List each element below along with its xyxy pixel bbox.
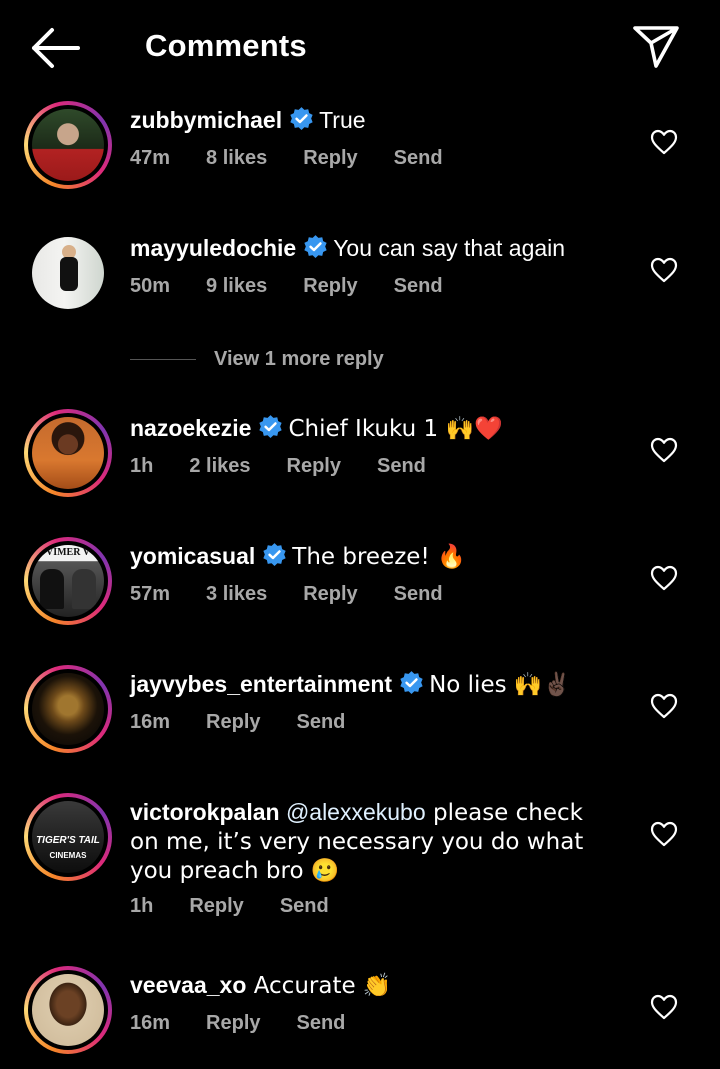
send-button[interactable]: Send: [297, 1012, 346, 1034]
comment-username[interactable]: mayyuledochie: [130, 235, 296, 261]
send-button[interactable]: Send: [394, 583, 443, 605]
verified-badge-icon: [304, 235, 327, 258]
likes-count[interactable]: 8 likes: [206, 147, 267, 169]
likes-count[interactable]: 3 likes: [206, 583, 267, 605]
avatar[interactable]: [24, 101, 112, 189]
comment-text: True: [319, 107, 366, 133]
likes-count[interactable]: 2 likes: [189, 455, 250, 477]
heart-icon[interactable]: [650, 693, 678, 719]
comment-time: 16m: [130, 1012, 171, 1034]
comment-text: Chief Ikuku 1 🙌❤️: [288, 416, 503, 442]
reply-button[interactable]: Reply: [287, 455, 341, 477]
comment-text: No lies 🙌✌🏿: [429, 672, 572, 698]
heart-icon[interactable]: [650, 129, 678, 155]
avatar-caption: VIMER V: [46, 547, 90, 558]
heart-icon[interactable]: [650, 994, 678, 1020]
view-more-label: View 1 more reply: [214, 348, 384, 370]
heart-icon[interactable]: [650, 437, 678, 463]
comment-meta: 57m 3 likes Reply Send: [130, 583, 479, 606]
likes-count[interactable]: 9 likes: [206, 275, 267, 297]
verified-badge-icon: [263, 543, 286, 566]
send-button[interactable]: Send: [280, 895, 329, 917]
comment-meta: 16m Reply Send: [130, 1012, 381, 1035]
page-title: Comments: [145, 28, 307, 63]
reply-button[interactable]: Reply: [303, 275, 357, 297]
comment-meta: 50m 9 likes Reply Send: [130, 275, 479, 298]
heart-icon[interactable]: [650, 565, 678, 591]
comment-meta: 47m 8 likes Reply Send: [130, 147, 479, 170]
comment-username[interactable]: jayvybes_entertainment: [130, 671, 392, 697]
comment-text: The breeze! 🔥: [292, 544, 466, 570]
verified-badge-icon: [290, 107, 313, 130]
avatar[interactable]: [24, 229, 112, 317]
reply-button[interactable]: Reply: [303, 147, 357, 169]
reply-button[interactable]: Reply: [206, 711, 260, 733]
avatar[interactable]: [24, 966, 112, 1054]
paper-plane-icon: [633, 26, 679, 68]
verified-badge-icon: [400, 671, 423, 694]
comment-username[interactable]: veevaa_xo: [130, 972, 246, 998]
send-button[interactable]: Send: [394, 147, 443, 169]
back-button[interactable]: [30, 26, 82, 70]
comment-username[interactable]: nazoekezie: [130, 415, 251, 441]
comment-text: Accurate 👏: [246, 973, 392, 999]
share-button[interactable]: [632, 24, 680, 70]
verified-badge-icon: [259, 415, 283, 438]
comment-time: 16m: [130, 711, 171, 733]
arrow-left-icon: [32, 28, 80, 68]
heart-icon[interactable]: [650, 257, 678, 283]
comment-username[interactable]: yomicasual: [130, 543, 255, 569]
avatar-caption: TIGER'S TAIL: [36, 835, 100, 846]
header-bar: Comments: [0, 0, 720, 96]
comment-time: 1h: [130, 455, 154, 477]
comment-username[interactable]: victorokpalan: [130, 799, 280, 825]
send-button[interactable]: Send: [377, 455, 426, 477]
avatar-subcaption: CINEMAS: [49, 851, 87, 860]
send-button[interactable]: Send: [297, 711, 346, 733]
comment-meta: 1h 2 likes Reply Send: [130, 455, 462, 478]
comment-meta: 1h Reply Send: [130, 895, 365, 918]
avatar[interactable]: VIMER V: [24, 537, 112, 625]
heart-icon[interactable]: [650, 821, 678, 847]
comment-time: 50m: [130, 275, 171, 297]
avatar[interactable]: [24, 409, 112, 497]
comment-username[interactable]: zubbymichael: [130, 107, 282, 133]
comment-time: 1h: [130, 895, 154, 917]
comment-time: 57m: [130, 583, 171, 605]
avatar[interactable]: [24, 665, 112, 753]
comment-meta: 16m Reply Send: [130, 711, 381, 734]
mention-link[interactable]: @alexxekubo: [286, 799, 426, 825]
comment-time: 47m: [130, 147, 171, 169]
reply-button[interactable]: Reply: [303, 583, 357, 605]
reply-button[interactable]: Reply: [206, 1012, 260, 1034]
send-button[interactable]: Send: [394, 275, 443, 297]
comment-text: You can say that again: [333, 235, 566, 261]
avatar[interactable]: TIGER'S TAIL CINEMAS: [24, 793, 112, 881]
reply-button[interactable]: Reply: [189, 895, 243, 917]
divider-line: [130, 359, 196, 360]
